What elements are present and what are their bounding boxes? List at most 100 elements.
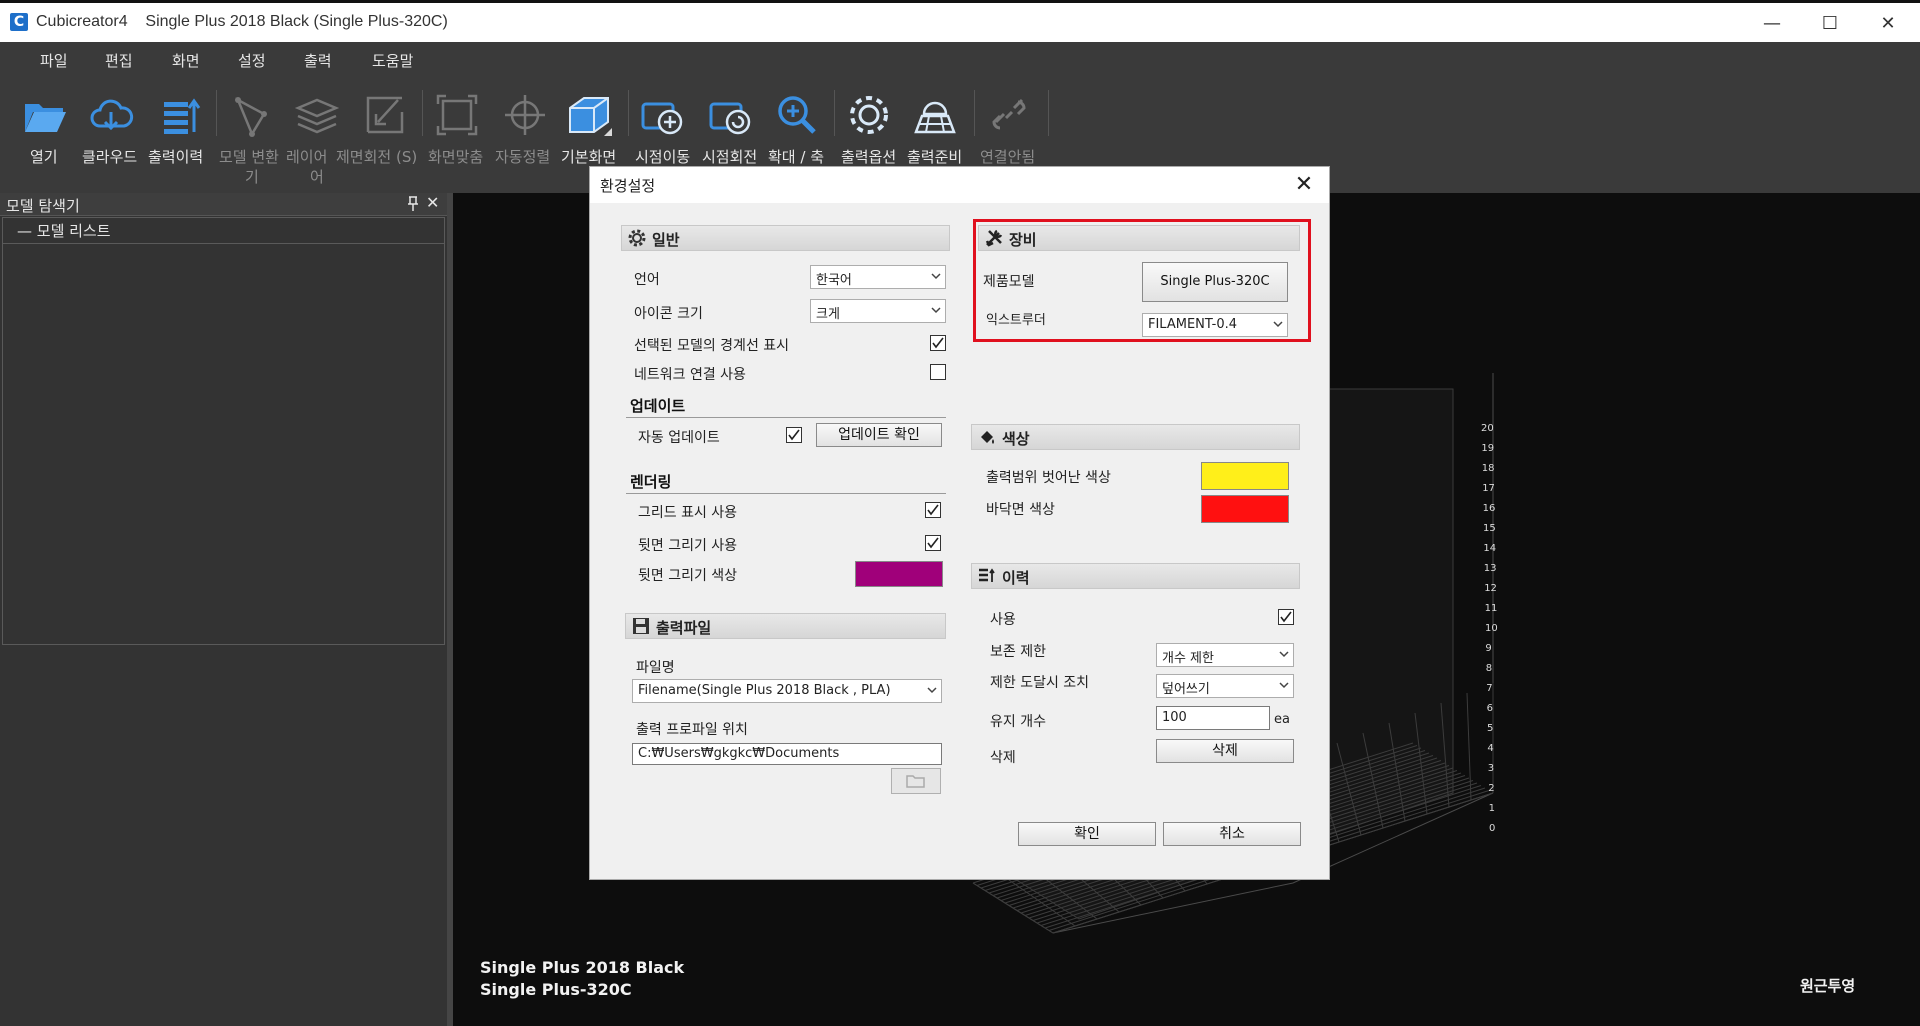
paint-bucket-icon — [981, 431, 994, 444]
equipment-section-title: 장비 — [1009, 231, 1037, 249]
close-window-button[interactable]: ✕ — [1868, 11, 1908, 37]
general-section-header: 일반 — [621, 225, 950, 251]
model-list-root[interactable]: — 모델 리스트 — [17, 220, 111, 241]
retention-value: 개수 제한 — [1162, 651, 1214, 666]
z-axis-tick-label: 11 — [1484, 603, 1498, 614]
toolbar-separator — [628, 90, 629, 136]
z-axis-tick-label: 4 — [1487, 743, 1494, 754]
toolbar-transform-label: 모델 변환 — [219, 148, 279, 166]
toolbar-separator — [422, 90, 423, 136]
gear-icon — [628, 229, 646, 247]
layers-icon[interactable] — [294, 92, 340, 138]
printer-name-label: Single Plus 2018 Black — [480, 958, 685, 977]
view-move-icon[interactable] — [640, 92, 686, 138]
limit-action-select[interactable]: 덮어쓰기 — [1156, 674, 1294, 698]
disconnected-icon[interactable] — [986, 92, 1032, 138]
cancel-button[interactable]: 취소 — [1163, 822, 1301, 846]
menu-settings[interactable]: 설정 — [238, 50, 266, 71]
extruder-select[interactable]: FILAMENT-0.4 — [1142, 313, 1288, 337]
divider — [626, 493, 946, 494]
face-rotate-icon[interactable] — [362, 92, 408, 138]
show-bbox-checkbox[interactable] — [930, 335, 946, 351]
history-use-label: 사용 — [990, 612, 1016, 628]
network-checkbox[interactable] — [930, 364, 946, 380]
cloud-download-icon[interactable] — [88, 92, 134, 138]
toolbar-history-label: 출력이력 — [148, 148, 204, 166]
limit-action-label: 제한 도달시 조치 — [990, 675, 1090, 691]
menu-help[interactable]: 도움말 — [372, 50, 413, 71]
print-prepare-icon[interactable] — [912, 92, 958, 138]
browse-folder-button[interactable] — [891, 768, 941, 794]
profile-path-input[interactable]: C:₩Users₩gkgkc₩Documents — [632, 743, 942, 765]
toolbar-layers-label: 레이어 — [286, 148, 328, 166]
menu-edit[interactable]: 편집 — [105, 50, 133, 71]
grid-label: 그리드 표시 사용 — [638, 505, 738, 521]
menu-view[interactable]: 화면 — [172, 50, 200, 71]
icon-size-label: 아이콘 크기 — [634, 306, 703, 322]
delete-history-button[interactable]: 삭제 — [1156, 739, 1294, 763]
maximize-button[interactable]: ☐ — [1810, 11, 1850, 37]
divider — [626, 417, 946, 418]
save-icon — [633, 618, 649, 634]
toolbar-cloud-label: 클라우드 — [82, 148, 138, 166]
checkmark-icon — [1280, 611, 1292, 623]
icon-size-select[interactable]: 크게 — [810, 299, 946, 323]
app-logo-icon: C — [10, 13, 28, 31]
auto-align-icon[interactable] — [502, 92, 548, 138]
language-label: 언어 — [634, 272, 660, 288]
z-axis-tick-label: 7 — [1486, 683, 1493, 694]
fit-screen-icon[interactable] — [434, 92, 480, 138]
z-axis-tick-label: 16 — [1482, 503, 1496, 514]
chevron-down-icon — [927, 687, 937, 694]
minimize-button[interactable]: — — [1752, 11, 1792, 37]
model-transform-icon[interactable] — [228, 92, 274, 138]
icon-size-value: 크게 — [816, 307, 840, 322]
print-history-icon[interactable] — [158, 92, 204, 138]
zoom-icon[interactable] — [774, 92, 820, 138]
retention-select[interactable]: 개수 제한 — [1156, 643, 1294, 667]
product-model-button[interactable]: Single Plus-320C — [1142, 262, 1288, 302]
z-axis-ticks: 20 19 18 17 16 15 14 13 12 11 10 9 8 7 6 5 4 3 2 1 0 — [1481, 423, 1511, 843]
toolbar-transform-label-2: 기 — [245, 168, 259, 186]
model-tree: — 모델 리스트 — [2, 217, 445, 645]
z-axis-tick-label: 18 — [1481, 463, 1495, 474]
check-update-button[interactable]: 업데이트 확인 — [816, 423, 942, 447]
chevron-down-icon — [1279, 651, 1289, 658]
default-view-icon[interactable] — [566, 92, 612, 138]
history-section-header: 이력 — [971, 563, 1300, 589]
color-section-header: 색상 — [971, 424, 1300, 450]
menu-print[interactable]: 출력 — [304, 50, 332, 71]
out-of-range-color-label: 출력범위 벗어난 색상 — [986, 470, 1111, 486]
keep-count-input[interactable]: 100 — [1156, 706, 1270, 730]
view-rotate-icon[interactable] — [708, 92, 754, 138]
out-of-range-color-swatch[interactable] — [1201, 462, 1289, 490]
filename-select[interactable]: Filename(Single Plus 2018 Black , PLA) — [632, 679, 942, 703]
history-use-checkbox[interactable] — [1278, 609, 1294, 625]
auto-update-checkbox[interactable] — [786, 427, 802, 443]
projection-mode-label[interactable]: 원근투영 — [1800, 975, 1855, 996]
network-label: 네트워크 연결 사용 — [634, 367, 746, 383]
language-select[interactable]: 한국어 — [810, 265, 946, 289]
floor-color-swatch[interactable] — [1201, 495, 1289, 523]
toolbar-align-label: 자동정렬 — [495, 148, 551, 166]
profile-path-label: 출력 프로파일 위치 — [636, 722, 748, 738]
folder-icon[interactable] — [22, 92, 68, 138]
print-options-icon[interactable] — [846, 92, 892, 138]
toolbar-zoom-label: 확대 / 축 — [768, 148, 824, 166]
ok-button[interactable]: 확인 — [1018, 822, 1156, 846]
tools-icon — [985, 229, 1003, 247]
backface-color-swatch[interactable] — [855, 561, 943, 587]
checkmark-icon — [927, 537, 939, 549]
pin-icon[interactable] — [406, 196, 420, 212]
menu-file[interactable]: 파일 — [40, 50, 68, 71]
backface-color-label: 뒷면 그리기 색상 — [638, 568, 738, 584]
history-section-title: 이력 — [1002, 569, 1030, 587]
chevron-down-icon — [1273, 321, 1283, 328]
close-panel-icon[interactable]: ✕ — [426, 195, 442, 211]
filename-value: Filename(Single Plus 2018 Black , PLA) — [638, 683, 891, 698]
grid-checkbox[interactable] — [925, 502, 941, 518]
toolbar-default-view-label: 기본화면 — [561, 148, 617, 166]
backface-checkbox[interactable] — [925, 535, 941, 551]
toolbar-separator — [974, 90, 975, 136]
dialog-close-button[interactable]: ✕ — [1290, 171, 1318, 199]
